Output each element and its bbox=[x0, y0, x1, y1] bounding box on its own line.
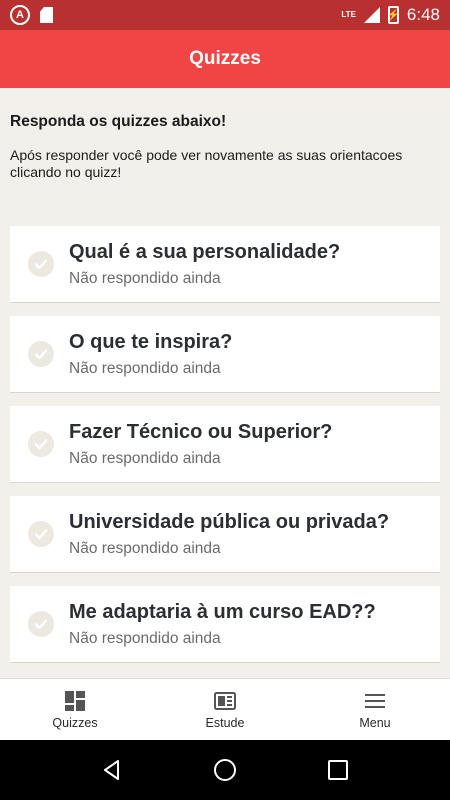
home-icon[interactable] bbox=[213, 758, 237, 782]
quiz-card[interactable]: O que te inspira? Não respondido ainda bbox=[10, 316, 440, 393]
back-icon[interactable] bbox=[100, 758, 124, 782]
system-navigation-bar bbox=[0, 740, 450, 800]
menu-icon bbox=[365, 693, 385, 708]
quiz-title: O que te inspira? bbox=[69, 330, 233, 353]
clock: 6:48 bbox=[406, 5, 440, 24]
network-type: LTE bbox=[341, 10, 356, 19]
check-icon bbox=[28, 431, 54, 457]
nav-label: Menu bbox=[359, 715, 391, 730]
quiz-title: Me adaptaria à um curso EAD?? bbox=[69, 600, 376, 623]
quiz-status: Não respondido ainda bbox=[69, 359, 221, 377]
battery-icon: ⚡ bbox=[387, 6, 400, 24]
quiz-status: Não respondido ainda bbox=[69, 539, 221, 557]
nav-item-estude[interactable]: Estude bbox=[150, 679, 300, 740]
quiz-card[interactable]: Fazer Técnico ou Superior? Não respondid… bbox=[10, 406, 440, 483]
quiz-title: Universidade pública ou privada? bbox=[69, 510, 390, 533]
quiz-card[interactable]: Universidade pública ou privada? Não res… bbox=[10, 496, 440, 573]
nav-label: Estude bbox=[205, 715, 245, 730]
nav-label: Quizzes bbox=[52, 715, 98, 730]
status-bar: A LTE ⚡ 6:48 bbox=[0, 0, 450, 30]
app-notification-icon: A bbox=[10, 5, 30, 25]
quiz-card[interactable]: Qual é a sua personalidade? Não respondi… bbox=[10, 226, 440, 303]
quiz-status: Não respondido ainda bbox=[69, 629, 221, 647]
recents-icon[interactable] bbox=[326, 758, 350, 782]
intro-section: Responda os quizzes abaixo! Após respond… bbox=[10, 113, 440, 181]
check-icon bbox=[28, 251, 54, 277]
app-bar: Quizzes bbox=[0, 30, 450, 88]
bottom-navigation: Quizzes Estude Menu bbox=[0, 678, 450, 740]
sd-card-icon bbox=[40, 7, 53, 23]
book-icon bbox=[214, 691, 236, 710]
nav-item-quizzes[interactable]: Quizzes bbox=[0, 679, 150, 740]
intro-text: Após responder você pode ver novamente a… bbox=[10, 147, 403, 180]
intro-heading: Responda os quizzes abaixo! bbox=[10, 113, 227, 130]
dashboard-icon bbox=[65, 690, 85, 711]
quiz-card[interactable]: Me adaptaria à um curso EAD?? Não respon… bbox=[10, 586, 440, 663]
quiz-status: Não respondido ainda bbox=[69, 449, 221, 467]
quiz-title: Fazer Técnico ou Superior? bbox=[69, 420, 333, 443]
check-icon bbox=[28, 521, 54, 547]
signal-icon bbox=[363, 7, 380, 23]
check-icon bbox=[28, 341, 54, 367]
nav-item-menu[interactable]: Menu bbox=[300, 679, 450, 740]
page-title: Quizzes bbox=[189, 48, 261, 69]
check-icon bbox=[28, 611, 54, 637]
quiz-title: Qual é a sua personalidade? bbox=[69, 240, 341, 263]
quiz-status: Não respondido ainda bbox=[69, 269, 221, 287]
quiz-list: Qual é a sua personalidade? Não respondi… bbox=[10, 226, 440, 676]
